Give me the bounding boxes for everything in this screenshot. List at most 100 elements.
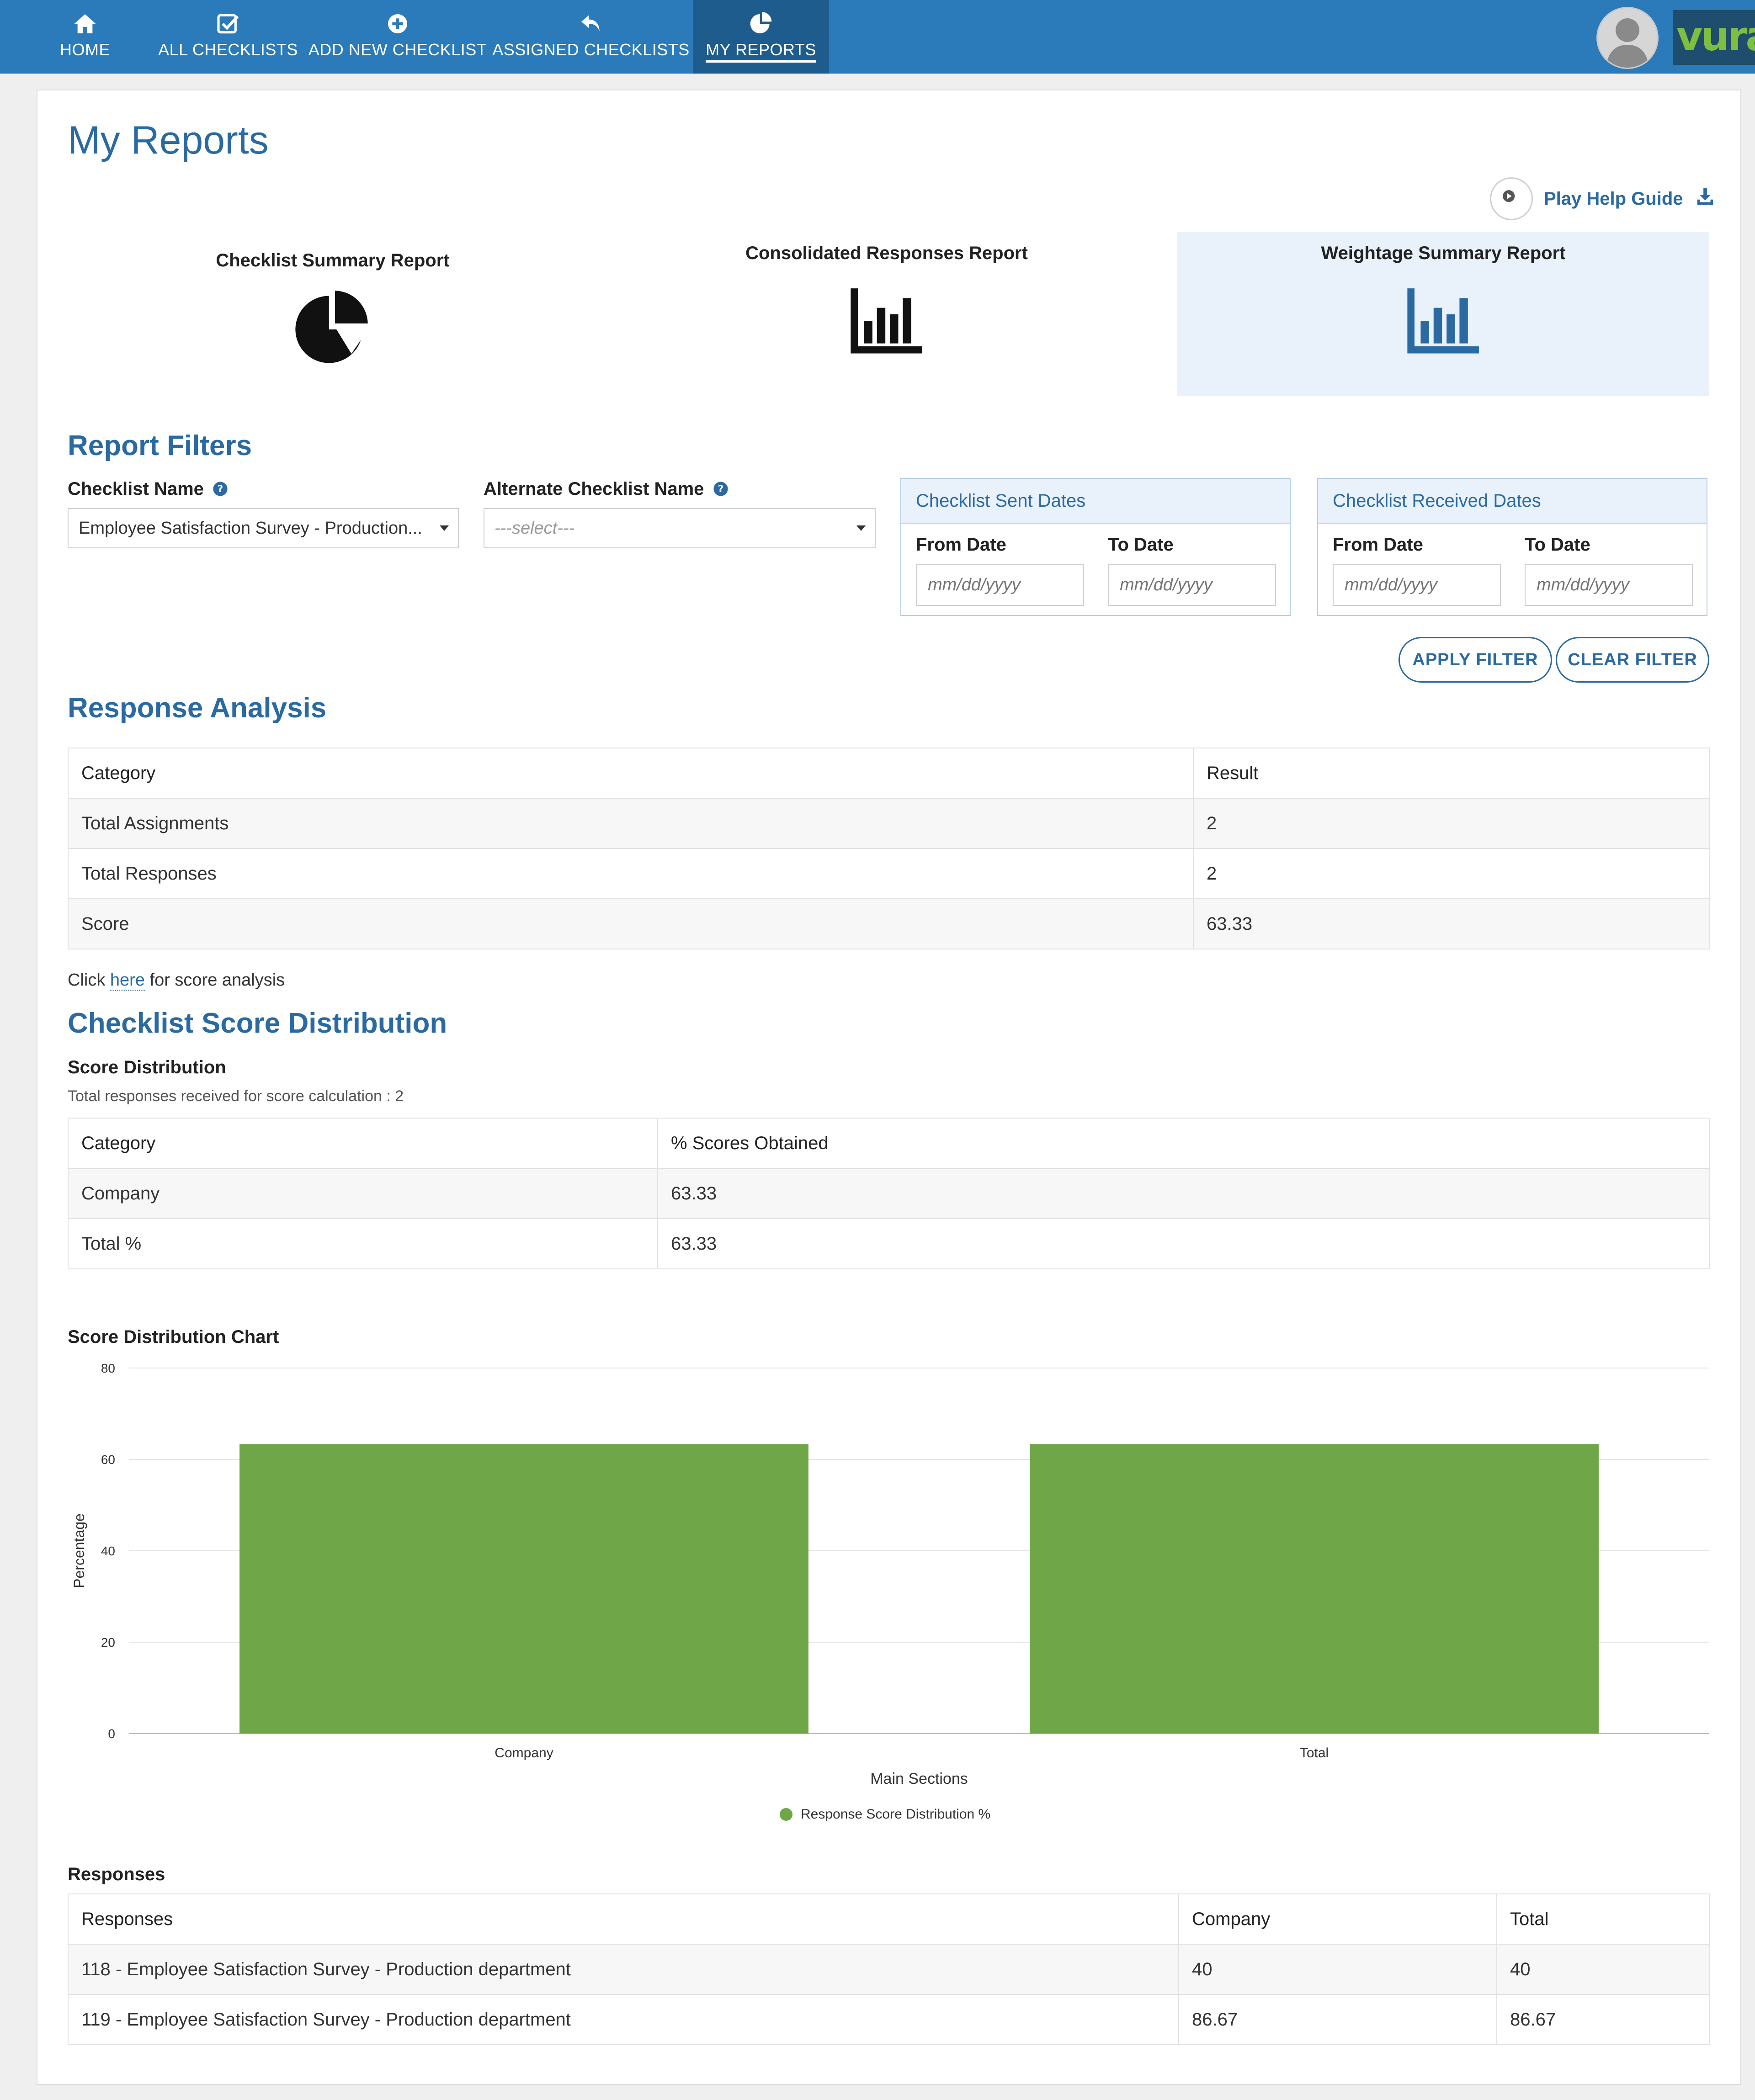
pie-chart-icon [295, 291, 368, 363]
chart-title: Score Distribution Chart [68, 1327, 279, 1347]
checklist-sent-dates-group: Checklist Sent Dates From Date To Date [900, 478, 1291, 616]
table-cell: 63.33 [1193, 898, 1710, 949]
logo-text: vuram [1676, 13, 1755, 60]
plus-circle-icon [388, 14, 407, 33]
alt-checklist-name-label-text: Alternate Checklist Name [484, 479, 704, 499]
score-distribution-caption: Total responses received for score calcu… [68, 1087, 404, 1105]
apply-filter-button[interactable]: APPLY FILTER [1399, 637, 1552, 683]
y-axis-label: Percentage [71, 1513, 87, 1588]
bar-chart-icon [1407, 288, 1479, 354]
nav-home[interactable]: HOME [46, 0, 124, 74]
sent-from-date-input[interactable] [916, 564, 1084, 606]
bar-chart-icon [851, 288, 922, 354]
bar [239, 1444, 808, 1734]
nav-all-checklists[interactable]: ALL CHECKLISTS [158, 0, 298, 74]
response-analysis-table: Category Result Total Assignments 2 Tota… [68, 748, 1710, 949]
response-link[interactable]: 119 - Employee Satisfaction Survey - Pro… [68, 1994, 1179, 2045]
play-help-guide-link[interactable]: Play Help Guide [1544, 186, 1716, 209]
y-tick-label: 80 [101, 1361, 115, 1375]
column-header: % Scores Obtained [657, 1118, 1710, 1169]
nav-label: ALL CHECKLISTS [158, 40, 298, 59]
score-distribution-title: Checklist Score Distribution [68, 1008, 447, 1039]
y-tick-label: 60 [101, 1453, 115, 1467]
responses-table: Responses Company Total 118 - Employee S… [68, 1893, 1710, 2045]
x-tick-label: Total [1300, 1745, 1329, 1761]
report-card-weightage-summary[interactable]: Weightage Summary Report [1177, 232, 1709, 396]
table-cell: Total Responses [68, 848, 1194, 899]
report-card-title: Consolidated Responses Report [745, 243, 1028, 263]
responses-title: Responses [68, 1864, 165, 1884]
received-from-date-input[interactable] [1333, 564, 1501, 606]
received-to-date-input[interactable] [1525, 564, 1693, 606]
nav-assigned-checklists[interactable]: ASSIGNED CHECKLISTS [492, 0, 689, 74]
column-header: Result [1193, 748, 1710, 799]
pie-chart-icon [750, 12, 772, 33]
x-tick-label: Company [495, 1745, 553, 1761]
chevron-down-icon [440, 525, 449, 531]
checklist-name-label-text: Checklist Name [68, 479, 204, 499]
chart-legend[interactable]: Response Score Distribution % [780, 1807, 990, 1822]
legend-label: Response Score Distribution % [801, 1807, 991, 1822]
report-card-checklist-summary[interactable]: Checklist Summary Report [68, 232, 598, 396]
report-filters-title: Report Filters [68, 430, 252, 461]
response-analysis-title: Response Analysis [68, 692, 327, 724]
checklist-name-label: Checklist Name ? [68, 479, 228, 499]
play-help-button[interactable] [1490, 177, 1533, 220]
table-row: Total Responses 2 [68, 848, 1710, 899]
column-header: Total [1496, 1893, 1710, 1945]
score-distribution-subtitle: Score Distribution [68, 1057, 226, 1077]
alt-checklist-name-select[interactable]: ---select--- [484, 508, 876, 548]
nav-label: HOME [60, 40, 110, 59]
help-link-label: Play Help Guide [1544, 189, 1683, 209]
table-cell: 40 [1178, 1944, 1497, 1995]
column-header: Category [68, 748, 1194, 799]
play-icon [1503, 190, 1515, 202]
download-icon [1697, 188, 1713, 205]
table-row: Company 63.33 [68, 1168, 1710, 1219]
column-header: Responses [68, 1893, 1179, 1945]
response-link[interactable]: 118 - Employee Satisfaction Survey - Pro… [68, 1944, 1179, 1995]
home-icon [74, 14, 96, 33]
user-avatar[interactable] [1596, 7, 1659, 69]
sent-dates-title: Checklist Sent Dates [901, 479, 1290, 524]
received-from-date-label: From Date [1333, 535, 1423, 555]
checklist-icon [217, 14, 239, 34]
nav-my-reports[interactable]: MY REPORTS [693, 0, 829, 74]
top-navigation: HOME ALL CHECKLISTS ADD NEW CHECKLIST AS… [0, 0, 1755, 74]
svg-text:?: ? [718, 483, 723, 495]
chevron-down-icon [856, 525, 866, 531]
checklist-name-value: Employee Satisfaction Survey - Productio… [79, 519, 422, 538]
y-tick-label: 20 [101, 1635, 115, 1649]
user-silhouette-icon [1606, 18, 1649, 68]
table-row: Score 63.33 [68, 898, 1710, 949]
column-header: Company [1178, 1893, 1497, 1945]
score-analysis-link[interactable]: here [110, 970, 145, 991]
column-header: Category [68, 1118, 658, 1169]
bar [1030, 1444, 1599, 1734]
table-row: 119 - Employee Satisfaction Survey - Pro… [68, 1994, 1710, 2045]
alt-checklist-name-label: Alternate Checklist Name ? [484, 479, 729, 499]
help-icon[interactable]: ? [213, 481, 228, 497]
help-icon[interactable]: ? [713, 481, 729, 497]
report-card-consolidated-responses[interactable]: Consolidated Responses Report [622, 232, 1152, 396]
table-cell: 63.33 [657, 1168, 1710, 1219]
sent-to-date-input[interactable] [1108, 564, 1276, 606]
nav-add-new-checklist[interactable]: ADD NEW CHECKLIST [308, 0, 487, 74]
note-suffix: for score analysis [149, 970, 285, 990]
table-cell: Company [68, 1168, 658, 1219]
received-dates-title: Checklist Received Dates [1318, 479, 1707, 524]
report-card-title: Checklist Summary Report [216, 250, 450, 270]
table-cell: 2 [1193, 798, 1710, 849]
sent-to-date-label: To Date [1108, 535, 1174, 555]
note-prefix: Click [68, 970, 106, 990]
table-cell: 63.33 [657, 1218, 1710, 1269]
checklist-name-select[interactable]: Employee Satisfaction Survey - Productio… [68, 508, 459, 548]
received-to-date-label: To Date [1525, 535, 1590, 555]
checklist-received-dates-group: Checklist Received Dates From Date To Da… [1317, 478, 1707, 616]
alt-checklist-name-value: ---select--- [495, 519, 575, 538]
score-analysis-note: Click here for score analysis [68, 970, 285, 991]
score-distribution-chart: 0 20 40 60 80 Company Total Main Sections Percen… [71, 1361, 1709, 1787]
score-distribution-table: Category % Scores Obtained Company 63.33… [68, 1118, 1710, 1269]
clear-filter-button[interactable]: CLEAR FILTER [1556, 637, 1709, 683]
reply-icon [581, 15, 600, 32]
